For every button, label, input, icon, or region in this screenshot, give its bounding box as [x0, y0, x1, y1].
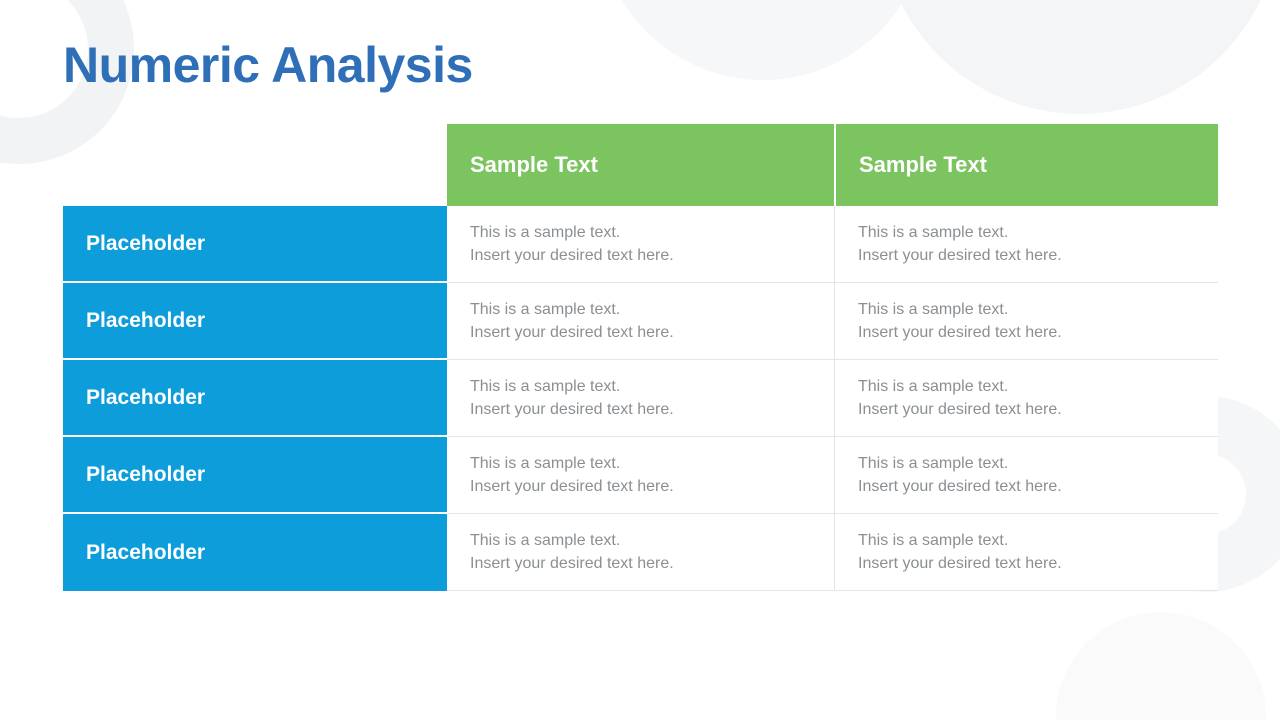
row-label: Placeholder	[63, 206, 447, 283]
row-cell-col2: This is a sample text. Insert your desir…	[834, 437, 1218, 514]
row-label: Placeholder	[63, 360, 447, 437]
decorative-circle-top-right	[880, 0, 1280, 114]
page-title: Numeric Analysis	[63, 37, 473, 93]
numeric-analysis-table: Sample Text Sample Text Placeholder This…	[63, 124, 1218, 591]
row-label: Placeholder	[63, 437, 447, 514]
cell-line-1: This is a sample text.	[858, 454, 1009, 472]
cell-line-1: This is a sample text.	[858, 223, 1009, 241]
cell-line-2: Insert your desired text here.	[858, 324, 1062, 341]
cell-line-1: This is a sample text.	[470, 531, 621, 549]
cell-line-1: This is a sample text.	[470, 223, 621, 241]
row-cell-col2: This is a sample text. Insert your desir…	[834, 360, 1218, 437]
table-header-col2: Sample Text	[836, 124, 1218, 206]
row-cell-col2: This is a sample text. Insert your desir…	[834, 206, 1218, 283]
cell-line-1: This is a sample text.	[858, 300, 1009, 318]
table-row: Placeholder This is a sample text. Inser…	[63, 514, 1218, 591]
cell-line-2: Insert your desired text here.	[858, 247, 1062, 264]
table-header-corner-spacer	[63, 124, 447, 206]
row-cell-col1: This is a sample text. Insert your desir…	[447, 514, 834, 591]
row-cell-col1: This is a sample text. Insert your desir…	[447, 206, 834, 283]
cell-line-1: This is a sample text.	[470, 300, 621, 318]
row-label: Placeholder	[63, 514, 447, 591]
table-row: Placeholder This is a sample text. Inser…	[63, 283, 1218, 360]
cell-line-2: Insert your desired text here.	[470, 478, 674, 495]
cell-line-2: Insert your desired text here.	[470, 324, 674, 341]
cell-line-2: Insert your desired text here.	[470, 247, 674, 264]
cell-line-2: Insert your desired text here.	[470, 401, 674, 418]
table-header-col1: Sample Text	[447, 124, 834, 206]
table-row: Placeholder This is a sample text. Inser…	[63, 206, 1218, 283]
table-row: Placeholder This is a sample text. Inser…	[63, 360, 1218, 437]
row-cell-col2: This is a sample text. Insert your desir…	[834, 283, 1218, 360]
row-cell-col1: This is a sample text. Insert your desir…	[447, 283, 834, 360]
cell-line-2: Insert your desired text here.	[470, 555, 674, 572]
cell-line-2: Insert your desired text here.	[858, 478, 1062, 495]
cell-line-1: This is a sample text.	[470, 377, 621, 395]
cell-line-1: This is a sample text.	[858, 377, 1009, 395]
table-header-row: Sample Text Sample Text	[63, 124, 1218, 206]
cell-line-2: Insert your desired text here.	[858, 401, 1062, 418]
slide-footer: BUSINESS CASE ANALYSIS Presentation www.…	[0, 636, 1280, 720]
row-cell-col1: This is a sample text. Insert your desir…	[447, 360, 834, 437]
slide-canvas: Numeric Analysis Sample Text Sample Text…	[0, 0, 1280, 720]
table-row: Placeholder This is a sample text. Inser…	[63, 437, 1218, 514]
decorative-circle-top-center	[598, 0, 928, 80]
row-cell-col1: This is a sample text. Insert your desir…	[447, 437, 834, 514]
row-label: Placeholder	[63, 283, 447, 360]
cell-line-1: This is a sample text.	[470, 454, 621, 472]
cell-line-2: Insert your desired text here.	[858, 555, 1062, 572]
row-cell-col2: This is a sample text. Insert your desir…	[834, 514, 1218, 591]
cell-line-1: This is a sample text.	[858, 531, 1009, 549]
